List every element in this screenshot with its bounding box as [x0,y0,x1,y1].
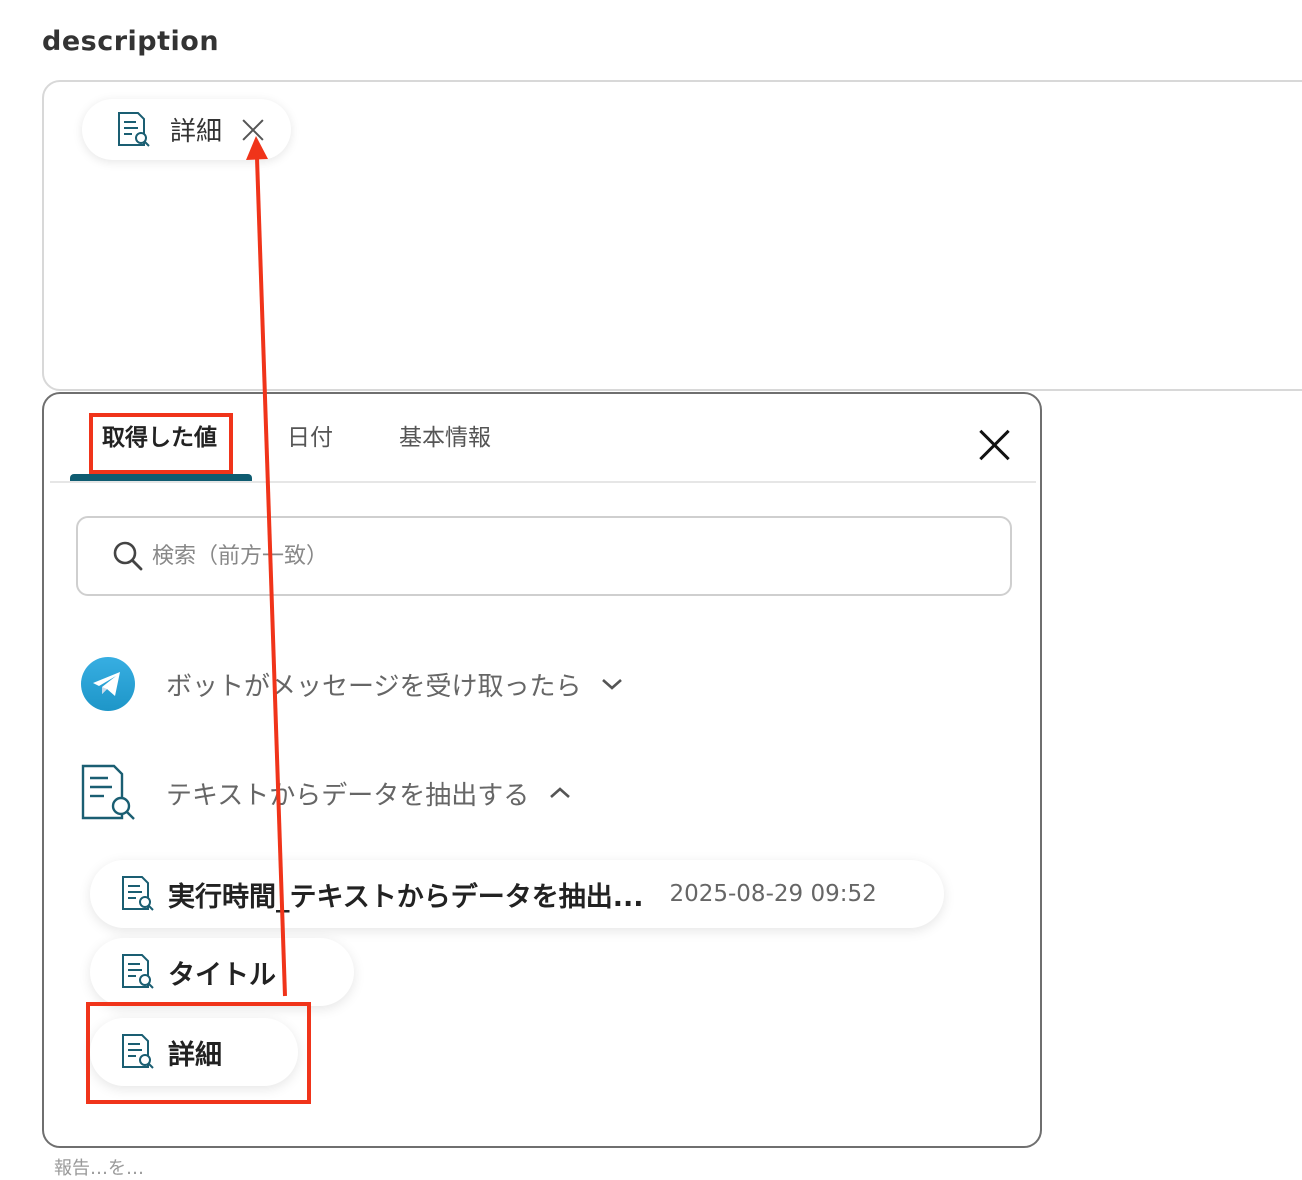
bottom-hint-text: 報告…を… [54,1158,144,1179]
annotation-arrow [246,136,287,997]
